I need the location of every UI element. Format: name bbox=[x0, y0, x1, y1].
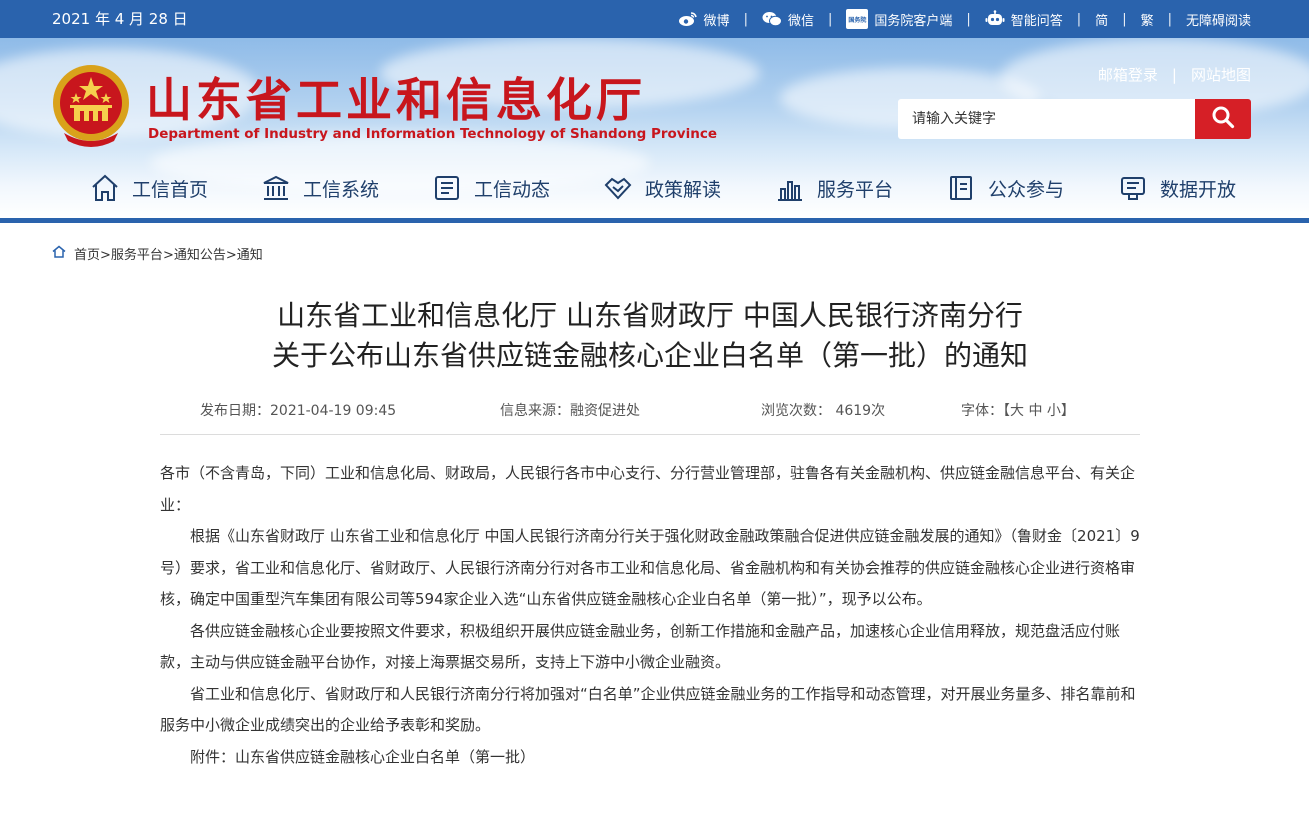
breadcrumb-sep: > bbox=[225, 248, 237, 263]
breadcrumb: 首页>服务平台>通知公告>通知 bbox=[52, 244, 263, 263]
breadcrumb-service[interactable]: 服务平台 bbox=[111, 248, 163, 263]
traditional-chinese-link[interactable]: 繁 bbox=[1141, 10, 1154, 29]
robot-icon bbox=[985, 10, 1005, 28]
site-title[interactable]: 山东省工业和信息化厅 bbox=[146, 64, 646, 130]
book-icon bbox=[946, 173, 976, 203]
article-title-line1: 山东省工业和信息化厅 山东省财政厅 中国人民银行济南分行 bbox=[277, 299, 1023, 332]
nav-item-home[interactable]: 工信首页 bbox=[90, 166, 208, 210]
breadcrumb-sep: > bbox=[162, 248, 174, 263]
wechat-label: 微信 bbox=[787, 13, 814, 29]
nav-label: 工信首页 bbox=[132, 178, 209, 201]
breadcrumb-notice[interactable]: 通知 bbox=[237, 248, 263, 263]
wechat-link[interactable]: 微信 bbox=[762, 10, 814, 29]
separator: | bbox=[1122, 11, 1127, 27]
nav-item-system[interactable]: 工信系统 bbox=[261, 166, 379, 210]
gov-app-icon: 国务院 bbox=[846, 9, 869, 29]
wechat-icon bbox=[762, 11, 782, 27]
search-button[interactable] bbox=[1195, 99, 1251, 139]
paragraph: 各供应链金融核心企业要按照文件要求，积极组织开展供应链金融业务，创新工作措施和金… bbox=[160, 621, 1121, 672]
top-links: 微博 | 微信 | 国务院 国务院客户端 | 智能问答 | 简 | 繁 | 无障… bbox=[678, 0, 1251, 38]
separator: | bbox=[1076, 11, 1082, 27]
weibo-icon bbox=[678, 11, 698, 27]
separator: | bbox=[966, 11, 971, 27]
search-box bbox=[898, 99, 1251, 139]
separator: | bbox=[743, 11, 748, 27]
nav-item-service[interactable]: 服务平台 bbox=[775, 166, 893, 210]
bracket-close: 】 bbox=[1060, 403, 1075, 419]
font-size-small[interactable]: 小 bbox=[1047, 403, 1061, 419]
site-subtitle: Department of Industry and Information T… bbox=[148, 126, 717, 142]
meta-divider bbox=[160, 434, 1140, 435]
view-count: 浏览次数： 4619次 bbox=[761, 403, 886, 419]
article-title-line2: 关于公布山东省供应链金融核心企业白名单（第一批）的通知 bbox=[271, 339, 1028, 372]
info-source: 信息来源：融资促进处 bbox=[500, 403, 640, 419]
nav-label: 工信动态 bbox=[474, 178, 551, 201]
national-emblem-logo[interactable] bbox=[50, 63, 132, 149]
attachment-link[interactable]: 附件：山东省供应链金融核心企业白名单（第一批） bbox=[160, 742, 1140, 774]
paragraph: 根据《山东省财政厅 山东省工业和信息化厅 中国人民银行济南分行关于强化财政金融政… bbox=[160, 527, 1140, 608]
header-divider bbox=[0, 218, 1309, 223]
breadcrumb-home[interactable]: 首页 bbox=[74, 248, 100, 263]
nav-label: 政策解读 bbox=[645, 178, 722, 201]
site-header: 山东省工业和信息化厅 Department of Industry and In… bbox=[0, 38, 1309, 218]
smart-qa-link[interactable]: 智能问答 bbox=[985, 10, 1063, 29]
institution-icon bbox=[261, 173, 291, 203]
home-icon bbox=[52, 245, 66, 262]
nav-item-news[interactable]: 工信动态 bbox=[432, 166, 550, 210]
separator: | bbox=[1167, 11, 1172, 27]
nav-item-policy[interactable]: 政策解读 bbox=[603, 166, 721, 210]
handshake-icon bbox=[603, 173, 633, 203]
sitemap-link[interactable]: 网站地图 bbox=[1191, 64, 1251, 85]
breadcrumb-sep: > bbox=[100, 248, 111, 263]
nav-label: 服务平台 bbox=[817, 178, 894, 201]
nav-item-public[interactable]: 公众参与 bbox=[946, 166, 1064, 210]
gov-app-label: 国务院客户端 bbox=[874, 13, 953, 29]
font-size-medium[interactable]: 中 bbox=[1028, 403, 1042, 419]
data-icon bbox=[1118, 173, 1148, 203]
header-links: 邮箱登录 | 网站地图 bbox=[1098, 64, 1251, 85]
paragraph: 各市（不含青岛，下同）工业和信息化局、财政局，人民银行各市中心支行、分行营业管理… bbox=[160, 464, 1136, 514]
nav-label: 公众参与 bbox=[988, 178, 1065, 201]
search-input[interactable] bbox=[898, 99, 1196, 139]
main-nav: 工信首页 工信系统 工信动态 政策解读 服务平台 公众参与 数据开放 bbox=[0, 166, 1309, 210]
current-date: 2021 年 4 月 28 日 bbox=[52, 10, 188, 28]
breadcrumb-notices[interactable]: 通知公告 bbox=[174, 248, 226, 263]
publish-date: 发布日期：2021-04-19 09:45 bbox=[200, 403, 397, 419]
top-bar: 2021 年 4 月 28 日 微博 | 微信 | 国务院 国务院客户端 | 智… bbox=[0, 0, 1309, 38]
separator: | bbox=[1171, 65, 1177, 84]
article-body: 各市（不含青岛，下同）工业和信息化局、财政局，人民银行各市中心支行、分行营业管理… bbox=[160, 458, 1140, 773]
paragraph: 省工业和信息化厅、省财政厅和人民银行济南分行将加强对“白名单”企业供应链金融业务… bbox=[160, 684, 1136, 735]
news-icon bbox=[432, 173, 462, 203]
simplified-chinese-link[interactable]: 简 bbox=[1095, 10, 1108, 29]
weibo-link[interactable]: 微博 bbox=[678, 10, 730, 29]
gov-app-link[interactable]: 国务院 国务院客户端 bbox=[846, 9, 952, 29]
article-title: 山东省工业和信息化厅 山东省财政厅 中国人民银行济南分行 关于公布山东省供应链金… bbox=[150, 296, 1150, 376]
nav-item-data[interactable]: 数据开放 bbox=[1118, 166, 1236, 210]
nav-label: 工信系统 bbox=[303, 178, 380, 201]
bar-chart-icon bbox=[775, 173, 805, 203]
font-size-label: 字体： bbox=[961, 403, 1003, 419]
smart-qa-label: 智能问答 bbox=[1010, 13, 1063, 29]
home-icon bbox=[90, 173, 120, 203]
font-size-control: 字体：【大 中 小】 bbox=[961, 400, 1075, 420]
nav-label: 数据开放 bbox=[1160, 178, 1237, 201]
font-size-large[interactable]: 大 bbox=[1010, 403, 1024, 419]
separator: | bbox=[827, 11, 833, 27]
email-login-link[interactable]: 邮箱登录 bbox=[1098, 64, 1158, 85]
accessibility-link[interactable]: 无障碍阅读 bbox=[1186, 10, 1251, 29]
search-icon bbox=[1211, 105, 1235, 133]
bracket-open: 【 bbox=[1003, 403, 1010, 419]
weibo-label: 微博 bbox=[703, 13, 730, 29]
